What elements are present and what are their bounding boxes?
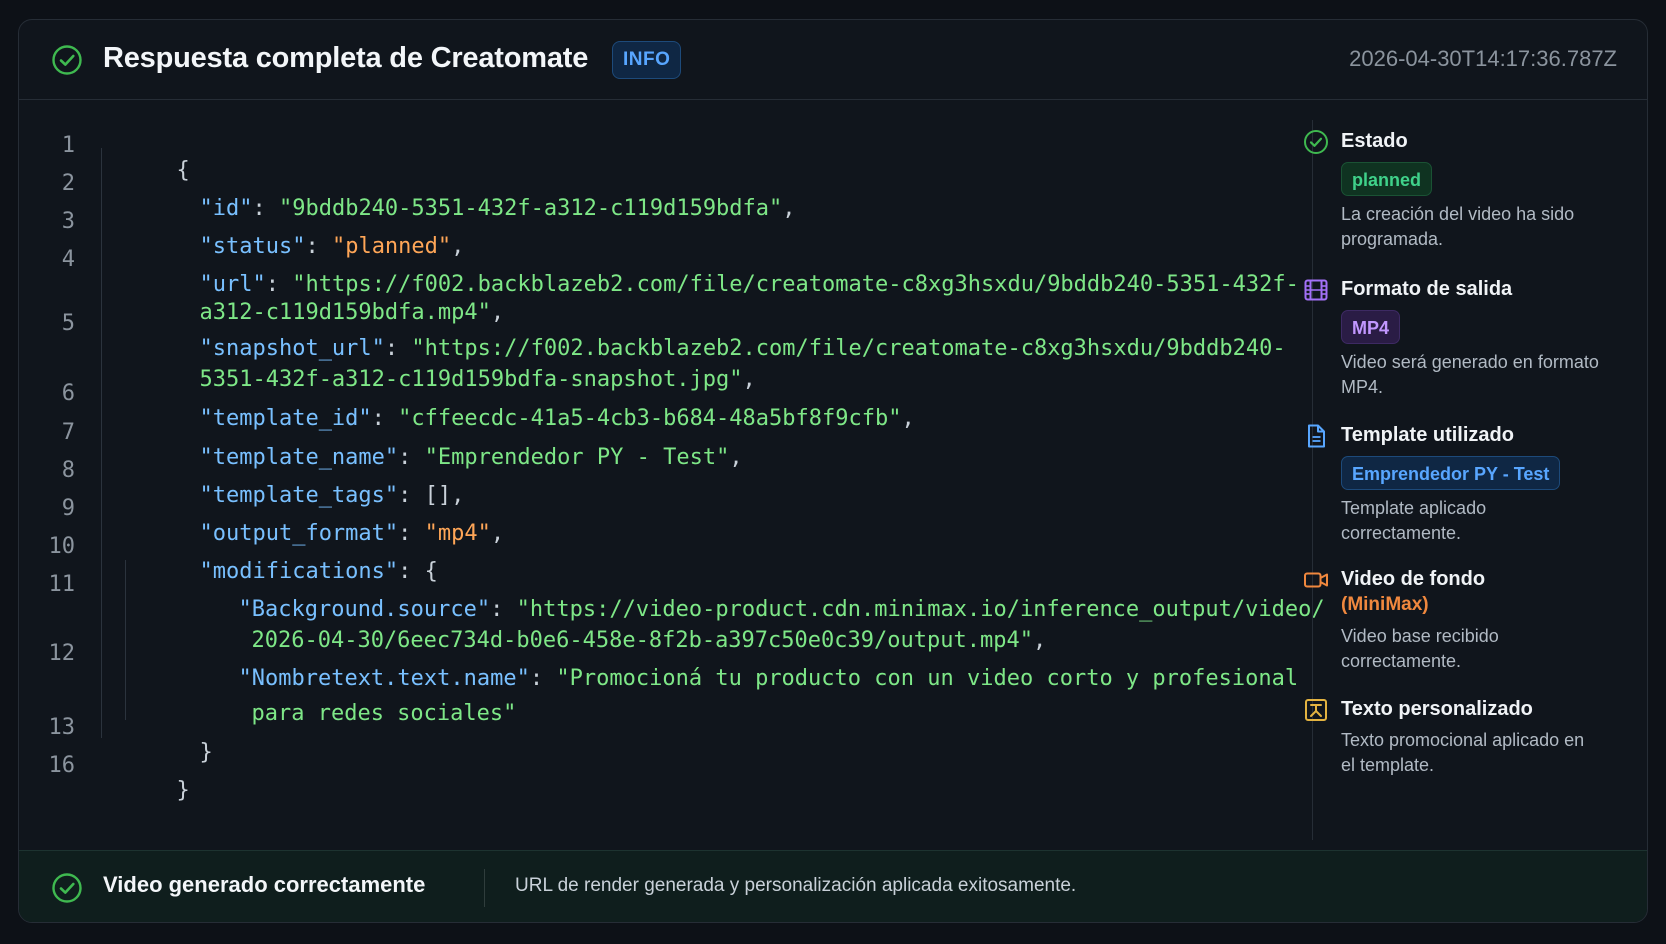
code-token: , <box>490 521 505 546</box>
check-circle-icon <box>52 873 82 903</box>
line-number: 10 <box>48 534 76 559</box>
check-circle-icon <box>1304 130 1328 154</box>
json-viewer: 1 2 3 4 5 6 7 8 9 10 11 12 13 16 { "id":… <box>19 120 1325 840</box>
footer-title: Video generado correctamente <box>103 872 426 897</box>
json-value: para redes sociales" <box>251 701 517 726</box>
line-number: 16 <box>48 753 76 778</box>
sidebar-item-desc: La creación del video ha sido programada… <box>1341 204 1575 249</box>
sidebar-item-video-fondo: Video de fondo (MiniMax) Video base reci… <box>1304 566 1631 674</box>
sidebar-item-subtitle: (MiniMax) <box>1341 594 1429 615</box>
line-number: 8 <box>61 458 75 483</box>
sidebar-item-desc: Template aplicado correctamente. <box>1341 498 1487 543</box>
sidebar-item-desc: Texto promocional aplicado en el templat… <box>1341 730 1585 775</box>
timestamp: 2026-04-30T14:17:36.787Z <box>1349 46 1617 71</box>
json-value: "Promocioná tu producto con un video cor… <box>556 666 1299 691</box>
check-circle-icon <box>52 45 82 75</box>
film-icon <box>1304 279 1328 301</box>
video-camera-icon <box>1304 572 1328 588</box>
sidebar-item-title: Texto personalizado <box>1341 698 1533 720</box>
code-token: , <box>729 445 743 470</box>
code-token: : <box>529 666 557 691</box>
sidebar-item-desc: Video base recibido correctamente. <box>1341 626 1499 671</box>
format-badge: MP4 <box>1341 310 1401 344</box>
code-token: } <box>176 778 190 803</box>
code-line-wrap: para redes sociales" <box>172 676 516 751</box>
sidebar-item-title: Video de fondo <box>1341 568 1486 590</box>
sidebar-item-desc: Video será generado en formato MP4. <box>1341 352 1599 397</box>
status-badge: planned <box>1341 162 1433 196</box>
line-number: 9 <box>61 496 75 521</box>
sidebar-item-texto: Texto personalizado Texto promocional ap… <box>1305 696 1631 778</box>
line-number: 1 <box>61 133 75 158</box>
footer-message: URL de render generada y personalización… <box>515 875 1077 896</box>
code-token: , <box>901 406 915 431</box>
line-number: 7 <box>61 420 75 445</box>
document-icon <box>1308 424 1325 448</box>
sidebar-item-formato: Formato de salida MP4 Video será generad… <box>1304 276 1631 400</box>
indent-guide <box>101 148 102 738</box>
template-badge: Emprendedor PY - Test <box>1341 456 1561 490</box>
footer-divider <box>484 869 485 907</box>
log-header: Respuesta completa de Creatomate INFO 20… <box>19 20 1647 100</box>
line-number: 2 <box>61 171 75 196</box>
sidebar-item-template: Template utilizado Emprendedor PY - Test… <box>1308 422 1631 546</box>
sidebar-item-title: Formato de salida <box>1341 278 1513 300</box>
line-number: 13 <box>48 715 76 740</box>
code-token: , <box>782 196 796 221</box>
success-footer: Video generado correctamente URL de rend… <box>19 850 1647 922</box>
line-number: 5 <box>61 311 75 336</box>
code-token: } <box>199 740 213 765</box>
sidebar-divider <box>1312 120 1313 840</box>
line-number: 3 <box>61 209 75 234</box>
log-panel: Respuesta completa de Creatomate INFO 20… <box>18 19 1648 923</box>
line-number: 6 <box>61 381 75 406</box>
page-title: Respuesta completa de Creatomate <box>103 42 589 74</box>
text-icon <box>1305 699 1327 721</box>
sidebar-item-title: Estado <box>1341 130 1408 152</box>
json-value: "Emprendedor PY - Test" <box>424 445 730 470</box>
code-line: } <box>97 753 190 828</box>
line-number: 4 <box>61 247 75 272</box>
sidebar-item-title: Template utilizado <box>1341 424 1514 446</box>
sidebar-item-estado: Estado planned La creación del video ha … <box>1304 128 1631 252</box>
info-badge: INFO <box>612 41 682 79</box>
line-number: 11 <box>48 572 76 597</box>
line-number: 12 <box>48 641 76 666</box>
